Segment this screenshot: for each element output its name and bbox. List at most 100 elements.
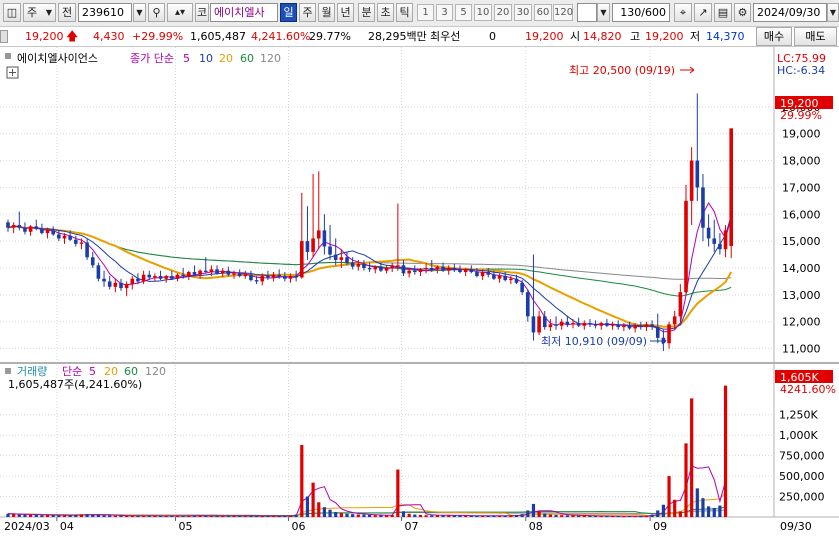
tab-period-month[interactable]: 월 <box>318 3 335 22</box>
candle-body <box>124 284 129 289</box>
volume-bar <box>656 510 660 517</box>
candle-body <box>559 321 564 326</box>
prefix-button[interactable]: 전 <box>58 3 76 22</box>
market-select[interactable]: 주 ▼ <box>23 3 56 22</box>
draw-line-icon[interactable]: ↗ <box>694 3 712 22</box>
interval-button[interactable]: 60 <box>534 4 552 21</box>
candle-body <box>316 230 321 239</box>
crosshair-icon[interactable]: ⌖ <box>674 3 692 22</box>
volume-bar <box>452 515 456 517</box>
volume-ma-120: 120 <box>145 365 166 378</box>
volume-bar <box>594 515 598 517</box>
candle-body <box>237 273 242 277</box>
candle-body <box>526 292 530 317</box>
candle-body <box>576 323 581 326</box>
volume-bar <box>108 515 112 517</box>
interval-button[interactable]: 1 <box>417 4 434 21</box>
sell-button[interactable]: 매도 <box>794 27 837 46</box>
high-label: 고 <box>630 30 641 43</box>
date-field[interactable]: 2024/09/30 <box>753 3 827 22</box>
volume-bar <box>560 515 564 517</box>
interval-button[interactable]: 3 <box>436 4 453 21</box>
candle-body <box>384 268 389 271</box>
volume-bar <box>96 514 100 517</box>
volume-bar <box>509 515 513 517</box>
volume-panel-label: 거래량 <box>17 365 47 378</box>
volume-bar <box>435 515 439 517</box>
candle-body <box>277 274 281 277</box>
ma-period-60: 60 <box>240 52 254 65</box>
candle-body <box>356 263 361 267</box>
quote-toggle-icon[interactable] <box>0 30 8 43</box>
buy-button[interactable]: 매수 <box>756 27 792 46</box>
stock-code-input[interactable]: 239610 <box>78 3 132 22</box>
code-dropdown-icon[interactable]: ▼ <box>133 3 146 22</box>
volume-bar <box>170 515 174 517</box>
candle-body <box>633 325 637 329</box>
volume-bar <box>311 482 315 517</box>
volume-bar <box>497 515 502 517</box>
volume-bar <box>481 515 485 517</box>
volume-bar <box>577 515 581 517</box>
candle-body <box>418 269 423 273</box>
candle-body <box>639 325 643 328</box>
volume-bar <box>271 515 276 517</box>
candle-body <box>34 226 39 230</box>
candle-body <box>28 226 33 232</box>
interval-button[interactable]: 5 <box>455 4 472 21</box>
volume-bar <box>610 516 615 518</box>
save-icon[interactable]: ▤ <box>714 3 732 22</box>
volume-bar <box>215 515 219 517</box>
volume-bar <box>413 514 417 517</box>
window-menu-icon[interactable]: ◫ <box>3 3 21 22</box>
interval-button[interactable]: 20 <box>494 4 512 21</box>
candle-body <box>435 266 440 270</box>
tab-period-tick[interactable]: 틱 <box>396 3 413 22</box>
candle-body <box>45 230 50 234</box>
interval-button[interactable]: 30 <box>514 4 532 21</box>
panel-menu-icon[interactable] <box>5 53 11 59</box>
volume-bar <box>57 515 61 517</box>
candle-body <box>271 274 276 278</box>
tab-period-week[interactable]: 주 <box>299 3 316 22</box>
tab-period-day[interactable]: 일 <box>280 3 297 22</box>
gear-icon[interactable]: ⚙ <box>734 3 751 22</box>
interval-button[interactable]: 120 <box>553 4 573 21</box>
candle-body <box>96 265 101 279</box>
candle-body <box>113 282 118 287</box>
turnover-rate: 29.77% <box>309 30 351 43</box>
volume-bar <box>492 515 496 517</box>
interval-dropdown-icon[interactable]: ▼ <box>597 3 610 22</box>
volume-ma-label: 단순 <box>62 365 82 378</box>
x-axis-label: 07 <box>405 520 419 533</box>
price-tick-label: 17,000 <box>782 181 821 194</box>
custom-interval-input[interactable] <box>577 3 597 22</box>
candle-body <box>503 276 507 281</box>
sound-icon[interactable]: ▴▾ <box>167 3 193 22</box>
stock-chart[interactable]: 11,000 12,000 13,000 14,000 15,000 16,000 17,0… <box>0 47 839 539</box>
candle-body <box>90 257 95 266</box>
volume-bar <box>695 488 699 517</box>
volume-bar <box>475 515 479 517</box>
volume-bar <box>322 507 326 517</box>
x-axis-label: 05 <box>179 520 193 533</box>
candle-body <box>362 263 366 268</box>
tab-period-minute[interactable]: 분 <box>358 3 375 22</box>
volume-bar <box>255 515 259 517</box>
calendar-icon[interactable]: ▼ <box>827 3 839 22</box>
stock-name-field[interactable]: 에이치엘사 <box>210 3 278 22</box>
candle-body <box>175 274 180 279</box>
volume-bar <box>622 516 626 518</box>
volume-panel-menu-icon[interactable] <box>5 368 11 374</box>
candle-body <box>243 274 248 277</box>
bar-count-field[interactable]: 130/600 <box>612 3 670 22</box>
search-icon[interactable]: ⚲ <box>148 3 165 22</box>
tab-period-year[interactable]: 년 <box>337 3 354 22</box>
volume-bar <box>661 504 665 517</box>
interval-button[interactable]: 10 <box>474 4 492 21</box>
open-label: 시 <box>570 30 581 43</box>
tab-period-second[interactable]: 초 <box>377 3 394 22</box>
volume-bar <box>690 398 694 517</box>
volume-ma-20: 20 <box>104 365 118 378</box>
volume-bar <box>526 510 530 517</box>
